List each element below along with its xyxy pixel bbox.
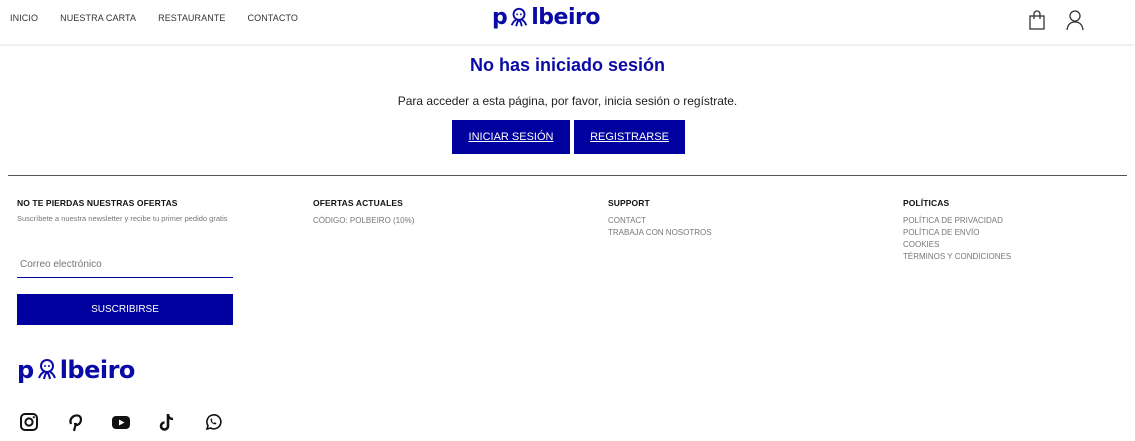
offers-section: OFERTAS ACTUALES CÓDIGO: POLBEIRO (10%) [313,198,414,227]
whatsapp-icon[interactable] [203,412,223,432]
footer-logo-text-left: p [17,356,34,384]
nav-inicio[interactable]: INICIO [10,13,38,23]
logo-text-left: p [492,5,508,30]
footer-logo-text-right: lbeiro [59,356,136,384]
support-link-jobs[interactable]: TRABAJA CON NOSOTROS [608,227,712,239]
policy-link-terms[interactable]: TÉRMINOS Y CONDICIONES [903,251,1011,263]
page-title: No has iniciado sesión [469,55,666,75]
main-nav: INICIO NUESTRA CARTA RESTAURANTE CONTACT… [10,13,320,23]
footer-divider [8,175,1127,176]
offer-code: CÓDIGO: POLBEIRO (10%) [313,216,415,225]
policy-link-privacy[interactable]: POLÍTICA DE PRIVACIDAD [903,215,1011,227]
octopus-icon [37,359,56,380]
policies-section: POLÍTICAS POLÍTICA DE PRIVACIDAD POLÍTIC… [903,198,1011,263]
newsletter-section: NO TE PIERDAS NUESTRAS OFERTAS Suscríbet… [17,198,247,224]
instagram-icon[interactable] [19,412,39,432]
login-button[interactable]: INICIAR SESIÓN [452,120,570,154]
logo-text-right: lbeiro [531,5,600,30]
subscribe-button[interactable]: SUSCRIBIRSE [17,294,233,325]
header-actions [1027,9,1085,31]
nav-nuestra-carta[interactable]: NUESTRA CARTA [60,13,136,23]
policy-link-cookies[interactable]: COOKIES [903,239,1011,251]
user-icon[interactable] [1065,9,1085,31]
social-links [19,412,223,432]
octopus-icon [511,7,528,26]
newsletter-heading: NO TE PIERDAS NUESTRAS OFERTAS [17,198,178,208]
register-button[interactable]: REGISTRARSE [574,120,685,154]
email-input[interactable] [17,251,233,278]
nav-contacto[interactable]: CONTACTO [248,13,298,23]
footer-logo[interactable]: p lbeiro [17,356,135,384]
newsletter-text: Suscríbete a nuestra newsletter y recibe… [17,214,228,223]
site-header: INICIO NUESTRA CARTA RESTAURANTE CONTACT… [0,0,1135,44]
bag-icon[interactable] [1027,9,1047,31]
support-link-contact[interactable]: CONTACT [608,215,712,227]
policy-link-shipping[interactable]: POLÍTICA DE ENVÍO [903,227,1011,239]
support-heading: SUPPORT [608,198,650,208]
tiktok-icon[interactable] [157,412,177,432]
nav-restaurante[interactable]: RESTAURANTE [158,13,225,23]
support-section: SUPPORT CONTACT TRABAJA CON NOSOTROS [608,198,712,239]
site-logo[interactable]: p lbeiro [492,5,600,30]
auth-buttons: INICIAR SESIÓN REGISTRARSE [452,120,685,154]
youtube-icon[interactable] [111,412,131,432]
pinterest-icon[interactable] [65,412,85,432]
login-required-message: Para acceder a esta página, por favor, i… [397,94,738,108]
offers-heading: OFERTAS ACTUALES [313,198,403,208]
policies-heading: POLÍTICAS [903,198,950,208]
